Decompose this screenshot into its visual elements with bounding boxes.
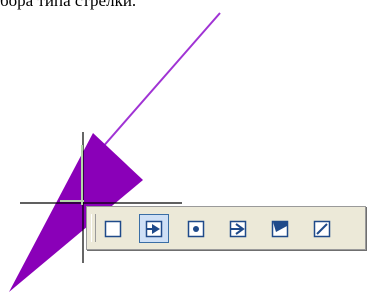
arrow-line[interactable] — [86, 12, 221, 166]
open-arrow-icon — [229, 220, 247, 237]
no-arrow-icon — [104, 220, 122, 237]
no-arrow-button[interactable] — [98, 214, 128, 243]
drawing-canvas — [9, 12, 221, 292]
filled-triangle-arrow-button[interactable] — [139, 214, 169, 243]
half-arrow-button[interactable] — [265, 214, 295, 243]
arrow-style-toolbar — [86, 206, 366, 250]
open-arrow-button[interactable] — [223, 214, 253, 243]
line-slash-icon — [313, 220, 331, 237]
line-slash-button[interactable] — [307, 214, 337, 243]
half-arrow-icon — [271, 220, 289, 237]
toolbar-grip[interactable] — [91, 214, 96, 242]
circle-endpoint-icon — [187, 220, 205, 237]
circle-endpoint-button[interactable] — [181, 214, 211, 243]
filled-triangle-arrow-icon — [145, 220, 163, 237]
